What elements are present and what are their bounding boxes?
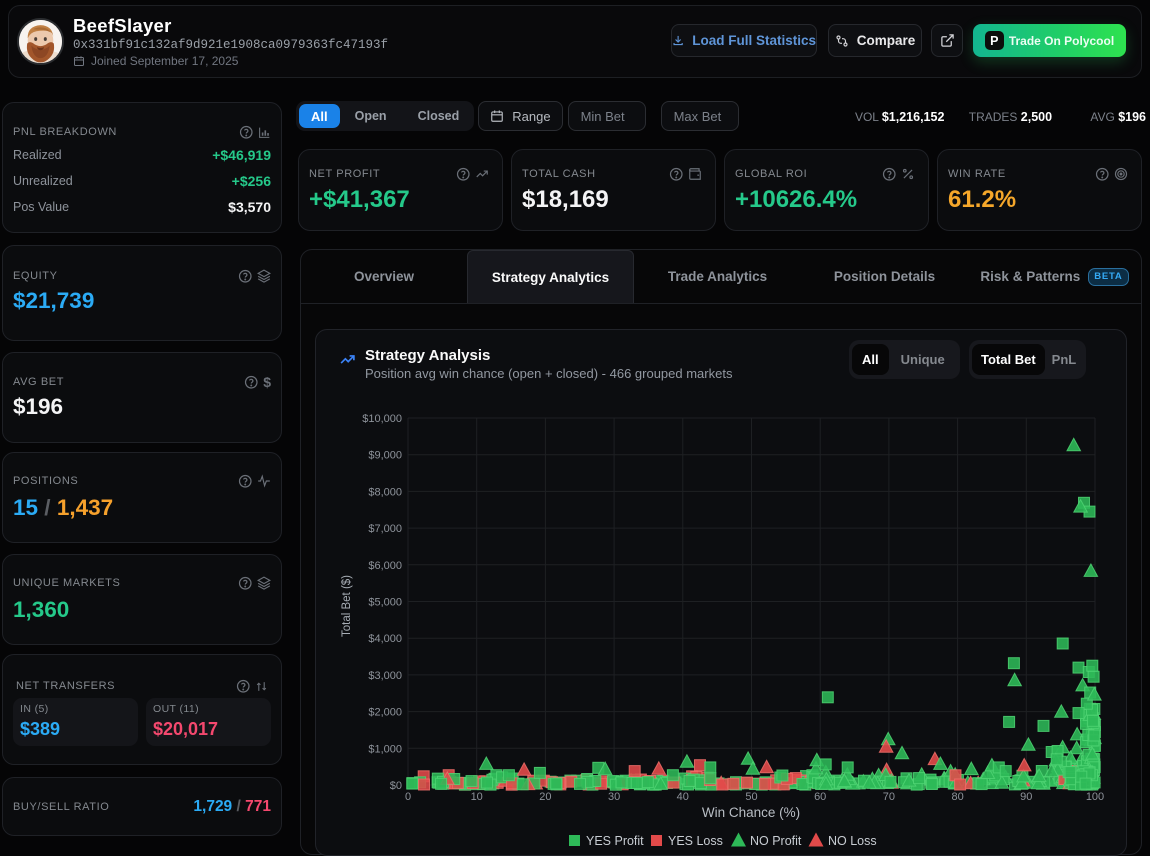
svg-text:$9,000: $9,000 bbox=[368, 450, 402, 462]
svg-text:40: 40 bbox=[677, 791, 689, 803]
svg-text:Win Chance (%): Win Chance (%) bbox=[702, 805, 800, 820]
svg-text:YES Loss: YES Loss bbox=[668, 834, 723, 848]
svg-text:$0: $0 bbox=[390, 780, 402, 792]
svg-text:Total Bet ($): Total Bet ($) bbox=[341, 575, 353, 637]
svg-text:$5,000: $5,000 bbox=[368, 597, 402, 609]
svg-text:80: 80 bbox=[951, 791, 963, 803]
svg-text:$7,000: $7,000 bbox=[368, 523, 402, 535]
svg-text:10: 10 bbox=[471, 791, 483, 803]
svg-text:$10,000: $10,000 bbox=[362, 413, 402, 425]
svg-text:$8,000: $8,000 bbox=[368, 486, 402, 498]
svg-text:0: 0 bbox=[405, 791, 411, 803]
svg-text:60: 60 bbox=[814, 791, 826, 803]
svg-text:NO Loss: NO Loss bbox=[828, 834, 877, 848]
svg-text:90: 90 bbox=[1020, 791, 1032, 803]
svg-text:30: 30 bbox=[608, 791, 620, 803]
svg-text:$6,000: $6,000 bbox=[368, 560, 402, 572]
svg-text:100: 100 bbox=[1086, 791, 1104, 803]
svg-text:70: 70 bbox=[883, 791, 895, 803]
svg-text:$2,000: $2,000 bbox=[368, 707, 402, 719]
svg-text:$1,000: $1,000 bbox=[368, 743, 402, 755]
svg-text:$4,000: $4,000 bbox=[368, 633, 402, 645]
svg-text:$3,000: $3,000 bbox=[368, 670, 402, 682]
svg-text:NO Profit: NO Profit bbox=[750, 834, 802, 848]
svg-text:50: 50 bbox=[745, 791, 757, 803]
svg-text:YES Profit: YES Profit bbox=[586, 834, 644, 848]
svg-text:20: 20 bbox=[539, 791, 551, 803]
